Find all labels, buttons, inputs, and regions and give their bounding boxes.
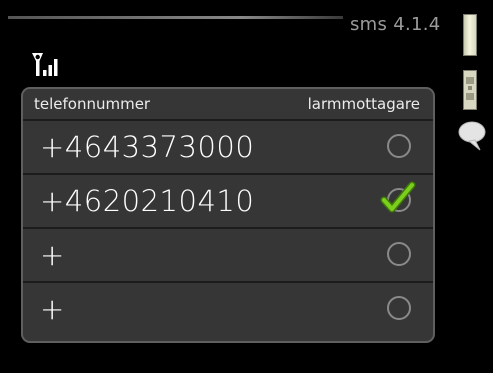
help-chat-icon[interactable] bbox=[457, 120, 487, 154]
alarm-receiver-radio[interactable] bbox=[387, 242, 411, 266]
phone-number[interactable]: + bbox=[40, 238, 65, 272]
phone-number[interactable]: +4643373000 bbox=[40, 130, 254, 164]
scrollbar-thumb[interactable] bbox=[463, 14, 477, 56]
list-item[interactable]: + bbox=[23, 227, 433, 281]
column-header-alarm-receiver: larmmottagare bbox=[307, 95, 420, 113]
column-header-phone: telefonnummer bbox=[34, 95, 151, 113]
header-divider bbox=[8, 16, 343, 19]
list-header: telefonnummer larmmottagare bbox=[23, 89, 433, 119]
antenna-signal-icon bbox=[32, 53, 58, 76]
settings-icon[interactable] bbox=[463, 70, 477, 110]
alarm-receiver-radio[interactable] bbox=[387, 296, 411, 320]
list-item[interactable]: +4620210410 bbox=[23, 173, 433, 227]
list-item[interactable]: +4643373000 bbox=[23, 119, 433, 173]
phone-number-list: telefonnummer larmmottagare +4643373000 … bbox=[21, 87, 435, 343]
alarm-receiver-radio[interactable] bbox=[387, 134, 411, 158]
list-item[interactable]: + bbox=[23, 281, 433, 335]
checkmark-icon bbox=[380, 181, 416, 213]
phone-number[interactable]: +4620210410 bbox=[40, 184, 254, 218]
phone-number[interactable]: + bbox=[40, 292, 65, 326]
menu-code: sms 4.1.4 bbox=[350, 14, 441, 35]
